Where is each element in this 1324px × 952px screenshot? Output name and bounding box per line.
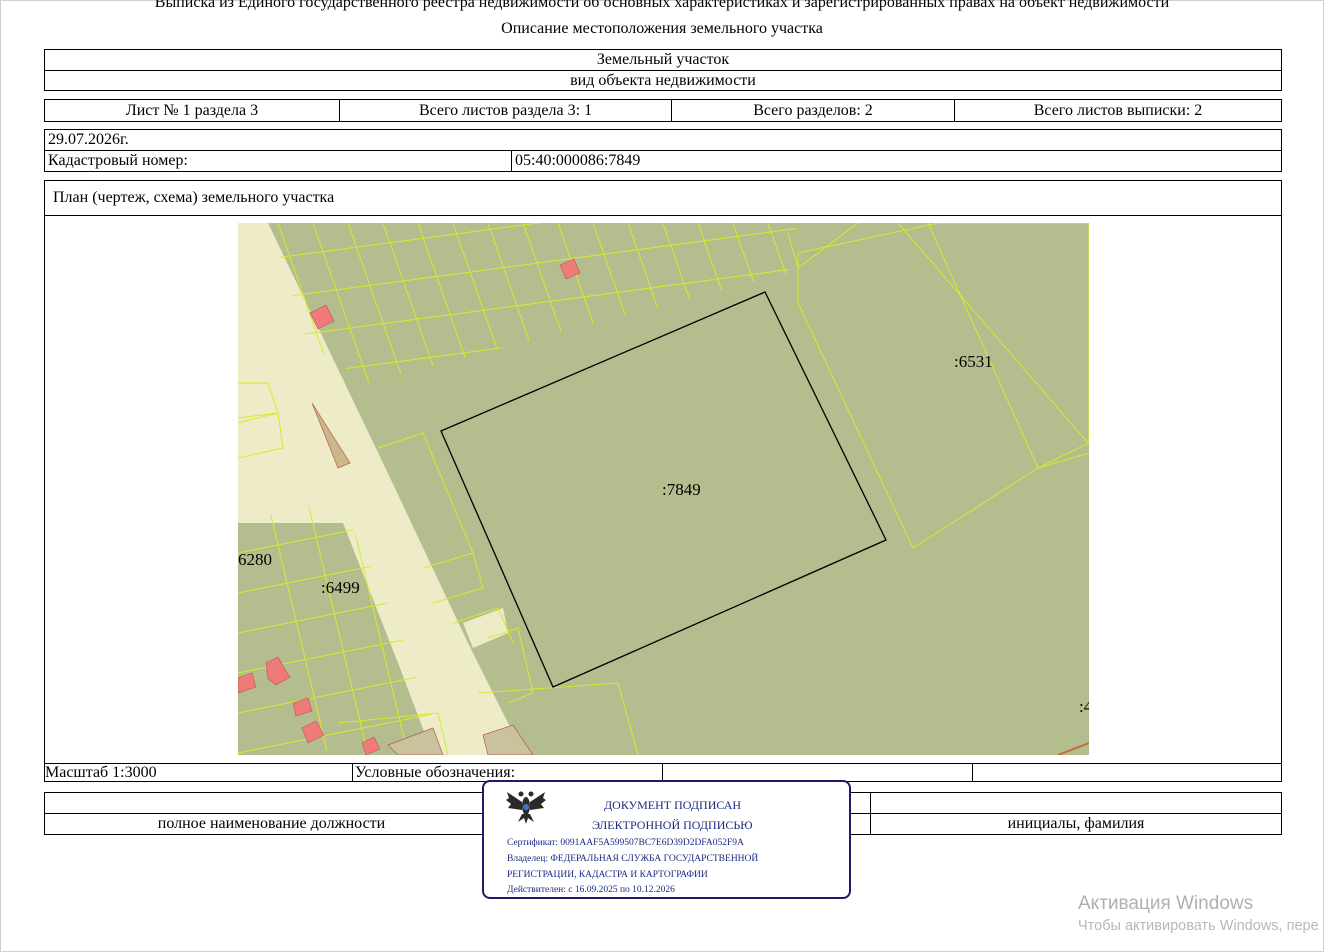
info-box: 29.07.2026г. Кадастровый номер: 05:40:00… — [44, 129, 1282, 172]
scale-label: Масштаб 1:3000 — [45, 764, 353, 781]
stamp-certificate: Сертификат: 0091AAF5A599507BC7E6D39D2DFA… — [507, 838, 744, 848]
legend-cell-1 — [663, 764, 973, 781]
label-7849: :7849 — [662, 480, 701, 499]
legend-label: Условные обозначения: — [353, 764, 663, 781]
document-subtitle: Описание местоположения земельного участ… — [501, 20, 823, 37]
e-signature-stamp: ДОКУМЕНТ ПОДПИСАН ЭЛЕКТРОННОЙ ПОДПИСЬЮ С… — [482, 780, 851, 899]
object-caption: вид объекта недвижимости — [570, 72, 756, 89]
cadastral-number: 05:40:000086:7849 — [515, 152, 641, 169]
position-caption: полное наименование должности — [157, 815, 386, 832]
initials-caption: инициалы, фамилия — [1007, 815, 1145, 832]
sheet-number: Лист № 1 раздела 3 — [45, 100, 340, 121]
stamp-valid: Действителен: с 16.09.2025 по 10.12.2026 — [507, 885, 675, 895]
stamp-owner-1: Владелец: ФЕДЕРАЛЬНАЯ СЛУЖБА ГОСУДАРСТВЕ… — [507, 854, 759, 864]
extract-sheets-total: Всего листов выписки: 2 — [1033, 102, 1203, 119]
windows-activation-title: Активация Windows — [1078, 893, 1254, 914]
label-4: :4 — [1079, 697, 1089, 716]
extract-date: 29.07.2026г. — [45, 130, 1281, 151]
object-name: Земельный участок — [45, 50, 1281, 71]
section-sheets-total: Всего листов раздела 3: 1 — [340, 100, 672, 121]
cadastral-label: Кадастровый номер: — [45, 151, 512, 171]
eagle-emblem-icon — [506, 791, 546, 824]
sections-total: Всего разделов: 2 — [672, 100, 955, 121]
label-6280: 6280 — [238, 550, 272, 569]
document-title: Выписка из Единого государственного реес… — [154, 0, 1170, 11]
cadastral-map[interactable]: :7849 :6531 6280 :6499 :4 — [238, 223, 1089, 755]
legend-cell-2 — [973, 764, 1281, 781]
plan-header: План (чертеж, схема) земельного участка — [45, 181, 1281, 216]
signature-cell-top-right — [871, 793, 1281, 813]
windows-activation-text: Чтобы активировать Windows, пере — [1078, 918, 1319, 934]
map-svg: :7849 :6531 6280 :6499 :4 — [238, 223, 1089, 755]
label-6499: :6499 — [321, 578, 360, 597]
sheets-row: Лист № 1 раздела 3 Всего листов раздела … — [44, 99, 1282, 122]
label-6531: :6531 — [954, 352, 993, 371]
stamp-line-1: ДОКУМЕНТ ПОДПИСАН — [604, 798, 742, 812]
stamp-line-2: ЭЛЕКТРОННОЙ ПОДПИСЬЮ — [592, 818, 753, 832]
object-type-box: Земельный участок вид объекта недвижимос… — [44, 49, 1282, 91]
stamp-owner-2: РЕГИСТРАЦИИ, КАДАСТРА И КАРТОГРАФИИ — [507, 870, 708, 880]
